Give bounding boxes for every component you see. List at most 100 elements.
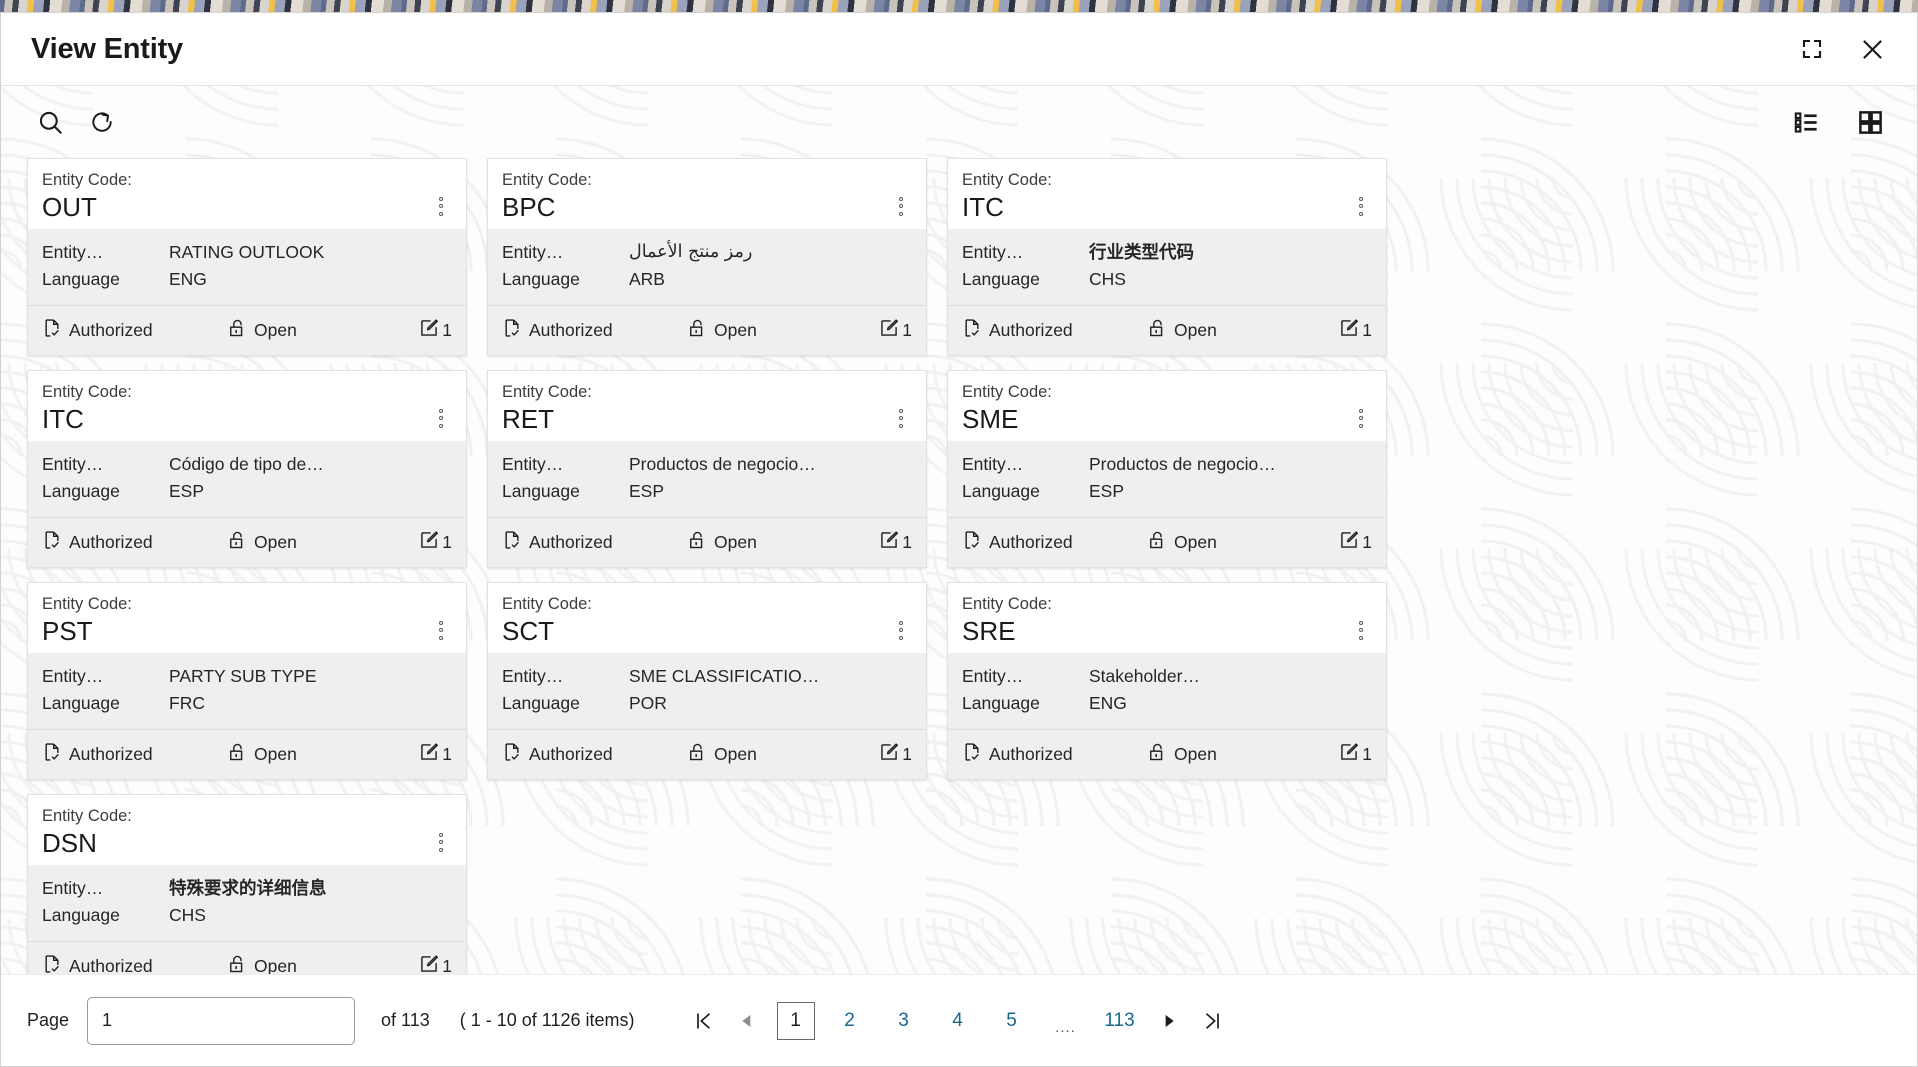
modification-count-label: 1: [442, 744, 452, 764]
entity-card[interactable]: Entity Code: DSN Entity… Language 特殊要求的详…: [27, 794, 467, 974]
modification-count[interactable]: 1: [879, 742, 912, 767]
entity-card-grid: Entity Code: OUT Entity… Language RATING…: [1, 158, 1801, 974]
modification-count[interactable]: 1: [1339, 318, 1372, 343]
card-footer: Authorized Open 1: [488, 517, 926, 567]
entity-code-value: SCT: [502, 616, 554, 646]
card-header: Entity Code: ITC: [28, 371, 466, 441]
card-body: Entity… Language رمز منتج الأعمال ARB: [488, 229, 926, 305]
entity-name-value: Productos de negocio…: [1089, 454, 1276, 474]
modification-count[interactable]: 1: [1339, 742, 1372, 767]
authorization-status: Authorized: [502, 742, 687, 767]
language-label: Language: [962, 269, 1040, 289]
card-field-labels: Entity… Language: [42, 663, 169, 717]
record-lock-status-label: Open: [254, 532, 297, 552]
entity-card[interactable]: Entity Code: SCT Entity… Language SME CL…: [487, 582, 927, 780]
entity-card[interactable]: Entity Code: RET Entity… Language Produc…: [487, 370, 927, 568]
kebab-menu-icon[interactable]: [432, 619, 450, 641]
kebab-menu-icon[interactable]: [432, 407, 450, 429]
authorization-status: Authorized: [42, 530, 227, 555]
restore-down-icon[interactable]: [1795, 32, 1829, 66]
modification-count[interactable]: 1: [419, 954, 452, 974]
kebab-menu-icon[interactable]: [892, 195, 910, 217]
go-to-last-page-icon[interactable]: [1191, 999, 1235, 1043]
authorization-status-label: Authorized: [989, 532, 1073, 552]
kebab-menu-icon[interactable]: [1352, 619, 1370, 641]
refresh-icon[interactable]: [81, 101, 123, 143]
pager-page-113[interactable]: 113: [1101, 1002, 1139, 1040]
modification-count[interactable]: 1: [879, 318, 912, 343]
card-header: Entity Code: PST: [28, 583, 466, 653]
modal-titlebar: View Entity: [1, 13, 1917, 86]
card-footer: Authorized Open 1: [28, 305, 466, 355]
close-icon[interactable]: [1855, 32, 1889, 66]
card-field-values: Stakeholder… ENG: [1089, 663, 1372, 717]
modification-count[interactable]: 1: [419, 318, 452, 343]
card-field-labels: Entity… Language: [502, 239, 629, 293]
list-view-icon[interactable]: [1785, 101, 1827, 143]
modification-count[interactable]: 1: [419, 530, 452, 555]
pager-page-5[interactable]: 5: [993, 1002, 1031, 1040]
record-lock-status-label: Open: [1174, 320, 1217, 340]
next-page-icon[interactable]: [1147, 999, 1191, 1043]
edit-square-icon: [1339, 318, 1359, 343]
entity-code-value: PST: [42, 616, 93, 646]
record-lock-status-label: Open: [254, 320, 297, 340]
previous-page-icon[interactable]: [725, 999, 769, 1043]
card-field-labels: Entity… Language: [502, 663, 629, 717]
modification-count[interactable]: 1: [879, 530, 912, 555]
kebab-menu-icon[interactable]: [1352, 195, 1370, 217]
card-footer: Authorized Open 1: [948, 305, 1386, 355]
unlocked-padlock-icon: [227, 318, 247, 343]
pager-page-3[interactable]: 3: [885, 1002, 923, 1040]
record-lock-status: Open: [1147, 530, 1297, 555]
page-number-input[interactable]: [87, 996, 356, 1045]
kebab-menu-icon[interactable]: [892, 407, 910, 429]
record-lock-status: Open: [227, 742, 377, 767]
card-body: Entity… Language PARTY SUB TYPE FRC: [28, 653, 466, 729]
kebab-menu-icon[interactable]: [892, 619, 910, 641]
entity-card[interactable]: Entity Code: PST Entity… Language PARTY …: [27, 582, 467, 780]
entity-code-value: ITC: [962, 192, 1004, 222]
pager-page-2[interactable]: 2: [831, 1002, 869, 1040]
entity-card[interactable]: Entity Code: ITC Entity… Language 行业类型代码…: [947, 158, 1387, 356]
search-icon[interactable]: [29, 101, 71, 143]
entity-card[interactable]: Entity Code: OUT Entity… Language RATING…: [27, 158, 467, 356]
pager-page-4[interactable]: 4: [939, 1002, 977, 1040]
unlocked-padlock-icon: [687, 530, 707, 555]
entity-name-label: Entity…: [502, 242, 564, 262]
kebab-menu-icon[interactable]: [432, 195, 450, 217]
items-range-text: ( 1 - 10 of 1126 items): [459, 1010, 635, 1030]
modification-count-label: 1: [1362, 744, 1372, 764]
modification-count[interactable]: 1: [419, 742, 452, 767]
authorization-status-label: Authorized: [529, 744, 613, 764]
document-check-icon: [42, 318, 62, 343]
entity-card[interactable]: Entity Code: ITC Entity… Language Código…: [27, 370, 467, 568]
card-field-labels: Entity… Language: [962, 663, 1089, 717]
entity-code-label: Entity Code:: [502, 171, 592, 189]
card-body: Entity… Language SME CLASSIFICATIO… POR: [488, 653, 926, 729]
modification-count[interactable]: 1: [1339, 530, 1372, 555]
record-lock-status: Open: [227, 954, 377, 974]
card-footer: Authorized Open 1: [948, 517, 1386, 567]
entity-name-label: Entity…: [42, 454, 104, 474]
language-value: POR: [629, 693, 667, 713]
card-body: Entity… Language 行业类型代码 CHS: [948, 229, 1386, 305]
go-to-first-page-icon[interactable]: [681, 999, 725, 1043]
document-check-icon: [962, 742, 982, 767]
edit-square-icon: [879, 530, 899, 555]
record-lock-status: Open: [687, 318, 837, 343]
language-label: Language: [42, 905, 120, 925]
card-header-text: Entity Code: PST: [42, 593, 432, 647]
kebab-menu-icon[interactable]: [432, 831, 450, 853]
kebab-menu-icon[interactable]: [1352, 407, 1370, 429]
grid-view-icon[interactable]: [1849, 101, 1891, 143]
entity-card[interactable]: Entity Code: SRE Entity… Language Stakeh…: [947, 582, 1387, 780]
pagination-bar: Page of 113 ( 1 - 10 of 1126 items) 1234…: [1, 974, 1917, 1066]
card-header: Entity Code: SCT: [488, 583, 926, 653]
card-header-text: Entity Code: ITC: [42, 381, 432, 435]
pager-page-1[interactable]: 1: [776, 1001, 815, 1040]
authorization-status: Authorized: [962, 318, 1147, 343]
entity-card[interactable]: Entity Code: SME Entity… Language Produc…: [947, 370, 1387, 568]
entity-card[interactable]: Entity Code: BPC Entity… Language رمز من…: [487, 158, 927, 356]
card-header-text: Entity Code: SCT: [502, 593, 892, 647]
